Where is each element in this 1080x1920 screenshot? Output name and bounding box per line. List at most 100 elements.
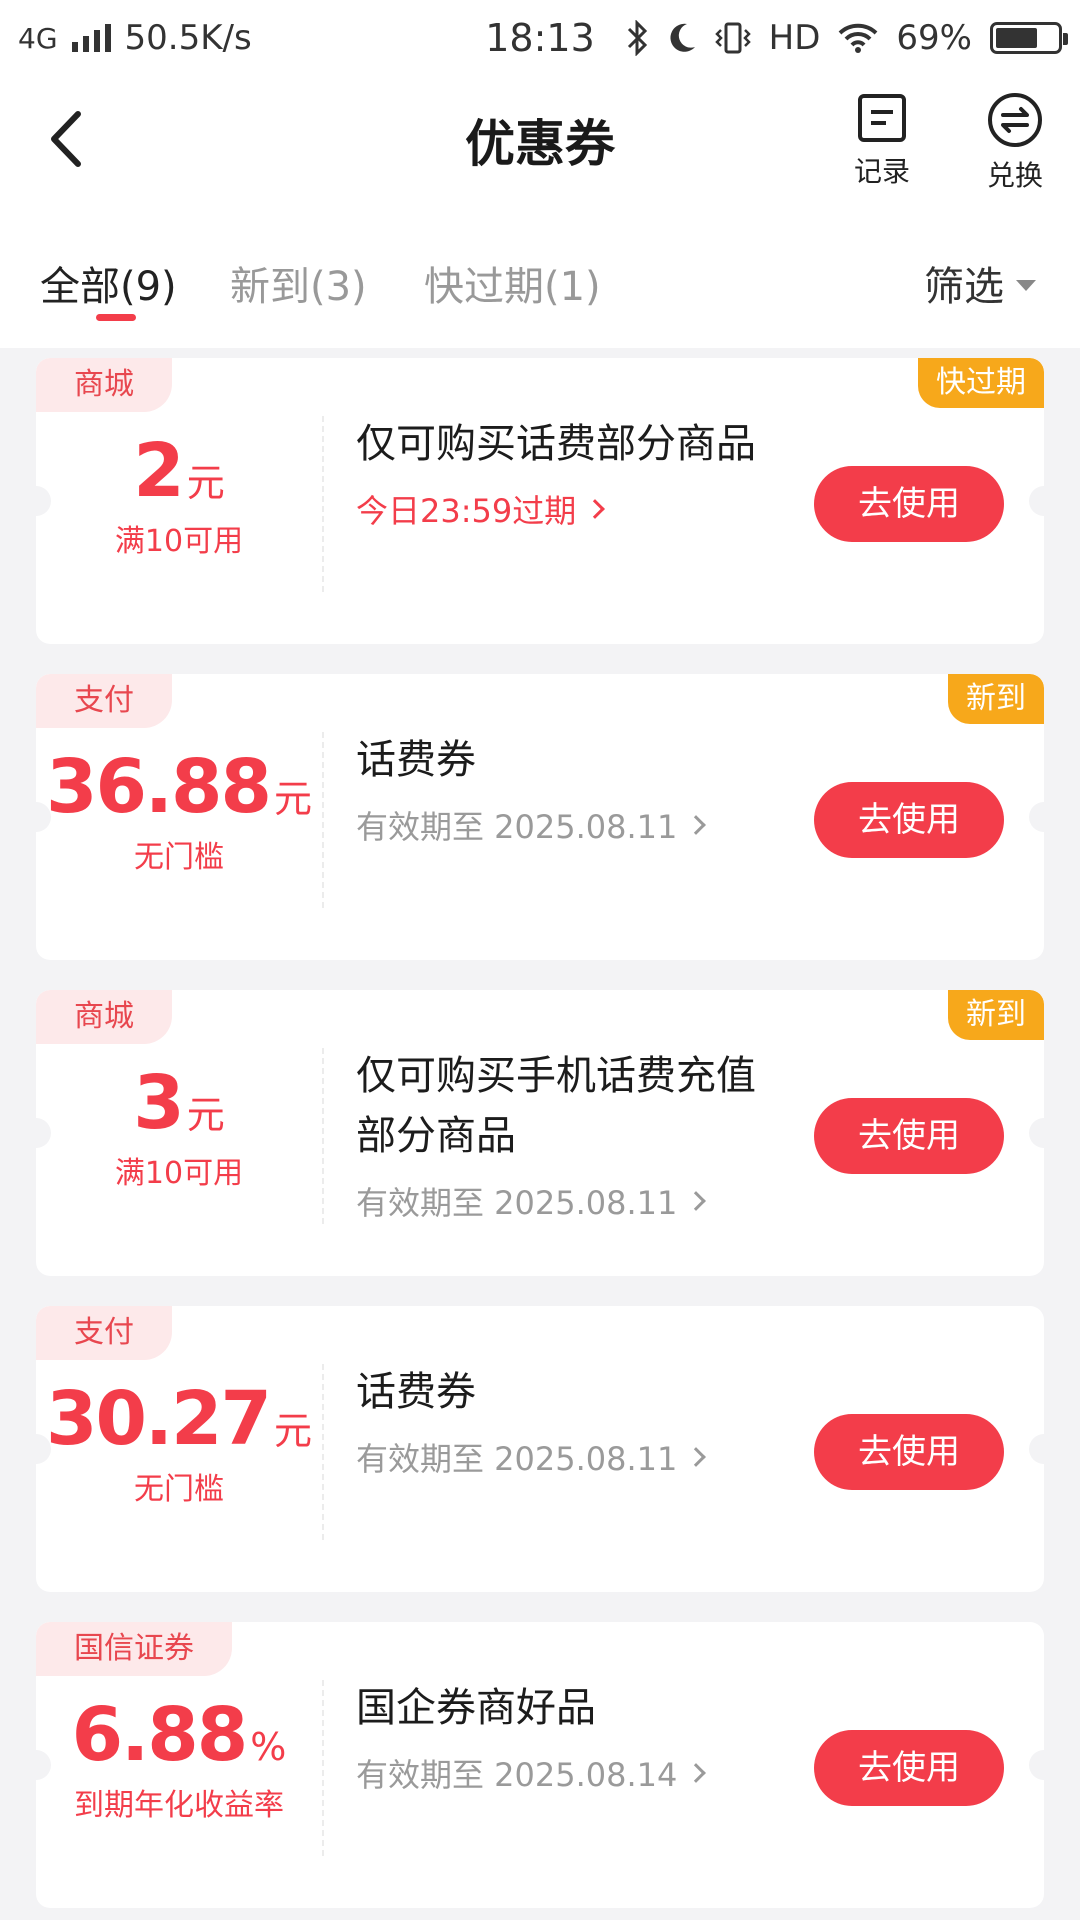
coupon-amount: 36.88 (45, 744, 272, 830)
active-tab-indicator (96, 314, 136, 321)
network-speed: 50.5K/s (124, 18, 252, 58)
coupon-card[interactable]: 支付 新到 36.88 元无门槛 话费券 有效期至 2025.08.11 去使用 (36, 674, 1044, 960)
tab-new[interactable]: 新到(3) (230, 254, 367, 312)
coupon-unit: 元 (274, 777, 313, 821)
coupon-divider (322, 1048, 324, 1224)
coupon-card[interactable]: 商城 新到 3 元满10可用 仅可购买手机话费充值部分商品 有效期至 2025.08.11… (36, 990, 1044, 1276)
coupon-status-badge: 新到 (948, 674, 1044, 724)
record-button[interactable]: 记录 (827, 92, 937, 190)
use-coupon-button[interactable]: 去使用 (814, 1098, 1004, 1174)
record-icon (858, 94, 906, 142)
use-coupon-button[interactable]: 去使用 (814, 782, 1004, 858)
signal-icon (71, 24, 111, 52)
coupon-amount-box: 6.88% 到期年化收益率 (36, 1692, 322, 1824)
coupon-unit: % (250, 1725, 287, 1769)
coupon-list: 商城 快过期 2 元满10可用 仅可购买话费部分商品 今日23:59过期 去使用 支付 新到 36… (36, 358, 1044, 1920)
chevron-right-icon (686, 815, 707, 835)
coupon-condition: 满10可用 (114, 524, 244, 559)
coupon-unit: 元 (274, 1409, 313, 1453)
coupon-validity: 有效期至 2025.08.11 (356, 1184, 678, 1222)
coupon-condition: 到期年化收益率 (74, 1788, 284, 1823)
coupon-validity: 今日23:59过期 (356, 492, 577, 530)
record-label: 记录 (853, 155, 910, 188)
coupon-amount-box: 36.88 元无门槛 (36, 744, 322, 876)
coupon-unit: 元 (186, 1093, 225, 1137)
coupon-validity-link[interactable]: 今日23:59过期 (356, 486, 756, 532)
use-coupon-button[interactable]: 去使用 (814, 466, 1004, 542)
coupon-title: 仅可购买话费部分商品 (356, 421, 756, 467)
coupon-validity: 有效期至 2025.08.11 (356, 808, 678, 846)
coupon-card[interactable]: 支付 30.27 元无门槛 话费券 有效期至 2025.08.11 去使用 (36, 1306, 1044, 1592)
coupon-info: 国企券商好品有效期至 2025.08.14 (356, 1678, 756, 1796)
coupon-status-badge: 快过期 (918, 358, 1044, 408)
battery-icon (990, 22, 1068, 54)
exchange-label: 兑换 (986, 159, 1043, 192)
vibrate-icon (714, 22, 751, 54)
coupon-amount: 3 (133, 1060, 184, 1146)
tab-all[interactable]: 全部(9) (40, 254, 177, 312)
coupon-amount-box: 3 元满10可用 (36, 1060, 322, 1192)
filter-button[interactable]: 筛选 (924, 254, 1036, 312)
coupon-title: 话费券 (356, 1369, 476, 1415)
status-bar: 4G 50.5K/s 18:13 HD 69% (0, 0, 1080, 76)
coupon-condition: 无门槛 (134, 1472, 224, 1507)
use-coupon-button[interactable]: 去使用 (814, 1730, 1004, 1806)
chevron-right-icon (585, 499, 606, 519)
coupon-validity: 有效期至 2025.08.11 (356, 1440, 678, 1478)
coupon-amount: 2 (133, 428, 184, 514)
moon-icon (670, 23, 695, 52)
bluetooth-icon (627, 20, 647, 56)
coupon-category-tag: 支付 (36, 674, 172, 728)
coupon-validity-link[interactable]: 有效期至 2025.08.14 (356, 1750, 756, 1796)
coupon-amount: 6.88 (71, 1692, 249, 1778)
tab-expiring[interactable]: 快过期(1) (424, 254, 601, 312)
coupon-title: 仅可购买手机话费充值部分商品 (356, 1053, 756, 1159)
coupon-info: 仅可购买手机话费充值部分商品有效期至 2025.08.11 (356, 1046, 756, 1224)
coupon-title: 话费券 (356, 737, 476, 783)
back-button[interactable] (40, 104, 100, 174)
coupon-info: 话费券有效期至 2025.08.11 (356, 1362, 756, 1480)
coupon-condition: 满10可用 (114, 1156, 244, 1191)
coupon-category-tag: 国信证券 (36, 1622, 232, 1676)
chevron-right-icon (686, 1447, 707, 1467)
coupon-info: 话费券有效期至 2025.08.11 (356, 730, 756, 848)
header: 优惠券 记录 兑换 (0, 76, 1080, 206)
coupon-validity: 有效期至 2025.08.14 (356, 1756, 678, 1794)
coupon-category-tag: 支付 (36, 1306, 172, 1360)
exchange-icon (988, 93, 1042, 147)
coupon-divider (322, 1680, 324, 1856)
network-type: 4G (18, 21, 58, 55)
battery-percent: 69% (896, 18, 972, 58)
exchange-button[interactable]: 兑换 (960, 92, 1070, 194)
coupon-validity-link[interactable]: 有效期至 2025.08.11 (356, 802, 756, 848)
coupon-info: 仅可购买话费部分商品今日23:59过期 (356, 414, 756, 532)
back-arrow-icon (51, 111, 81, 167)
coupon-amount-box: 30.27 元无门槛 (36, 1376, 322, 1508)
coupon-validity-link[interactable]: 有效期至 2025.08.11 (356, 1178, 756, 1224)
status-left: 4G 50.5K/s (18, 18, 378, 58)
coupon-condition: 无门槛 (134, 840, 224, 875)
chevron-right-icon (686, 1763, 707, 1783)
coupon-card[interactable]: 商城 快过期 2 元满10可用 仅可购买话费部分商品 今日23:59过期 去使用 (36, 358, 1044, 644)
coupon-divider (322, 416, 324, 592)
coupon-validity-link[interactable]: 有效期至 2025.08.11 (356, 1434, 756, 1480)
coupon-title: 国企券商好品 (356, 1685, 596, 1731)
coupon-amount-box: 2 元满10可用 (36, 428, 322, 560)
caret-down-icon (1016, 279, 1036, 291)
wifi-icon (839, 23, 878, 53)
coupon-category-tag: 商城 (36, 358, 172, 412)
coupon-unit: 元 (186, 461, 225, 505)
status-right: HD 69% (627, 18, 1068, 58)
coupon-status-badge: 新到 (948, 990, 1044, 1040)
tab-bar: 全部(9) 新到(3) 快过期(1) 筛选 (0, 206, 1080, 348)
coupon-divider (322, 732, 324, 908)
hd-label: HD (768, 18, 821, 58)
use-coupon-button[interactable]: 去使用 (814, 1414, 1004, 1490)
chevron-right-icon (686, 1191, 707, 1211)
filter-label: 筛选 (924, 264, 1004, 310)
battery-fill (996, 28, 1038, 48)
coupon-card[interactable]: 国信证券 6.88% 到期年化收益率 国企券商好品有效期至 2025.08.14 去使用 (36, 1622, 1044, 1908)
coupon-category-tag: 商城 (36, 990, 172, 1044)
coupon-amount: 30.27 (45, 1376, 272, 1462)
coupon-divider (322, 1364, 324, 1540)
